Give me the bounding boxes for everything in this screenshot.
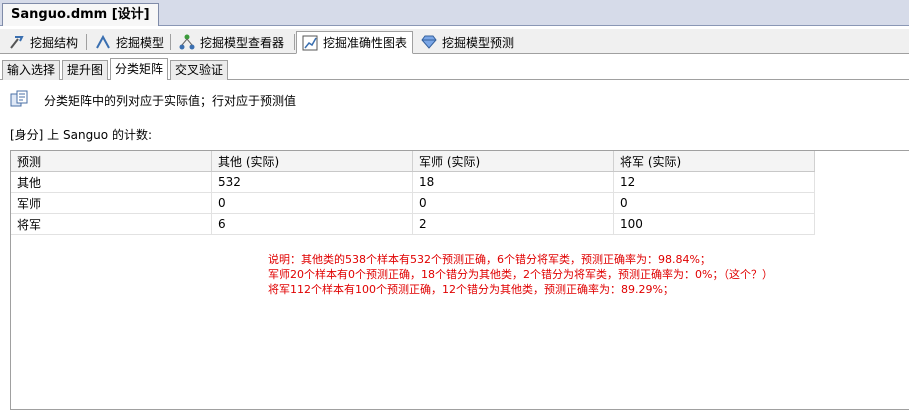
count-title: [身分] 上 Sanguo 的计数: bbox=[10, 128, 152, 142]
designer-tab-bar: 挖掘结构 挖掘模型 挖掘模型查看器 挖掘准确性图表 挖掘模型预测 bbox=[0, 29, 909, 54]
tab-lift-chart[interactable]: 提升图 bbox=[62, 60, 109, 80]
note-line: 将军112个样本有100个预测正确，12个错分为其他类，预测正确率为：89.29… bbox=[268, 283, 674, 296]
classification-matrix-table: 预测 其他 (实际) 军师 (实际) 将军 (实际) 其他 532 18 12 … bbox=[11, 151, 815, 235]
table-cell: 532 bbox=[211, 171, 413, 193]
table-cell: 12 bbox=[613, 171, 815, 193]
mining-model-icon bbox=[95, 34, 111, 50]
document-tab-strip: Sanguo.dmm [设计] bbox=[0, 0, 909, 26]
column-header-other-actual[interactable]: 其他 (实际) bbox=[211, 151, 413, 172]
tab-separator bbox=[86, 34, 87, 50]
tab-separator bbox=[170, 34, 171, 50]
table-cell: 100 bbox=[613, 213, 815, 235]
tab-cross-validation[interactable]: 交叉验证 bbox=[170, 60, 229, 80]
row-label: 军师 bbox=[11, 192, 212, 214]
document-tab-sanguo[interactable]: Sanguo.dmm [设计] bbox=[2, 3, 159, 26]
tab-mining-model-viewer[interactable]: 挖掘模型查看器 bbox=[174, 31, 289, 53]
column-header-general-actual[interactable]: 将军 (实际) bbox=[613, 151, 815, 172]
row-label: 其他 bbox=[11, 171, 212, 193]
table-row: 将军 6 2 100 bbox=[11, 213, 815, 235]
mining-structure-icon bbox=[9, 34, 25, 50]
tab-mining-model[interactable]: 挖掘模型 bbox=[90, 31, 169, 53]
table-cell: 6 bbox=[211, 213, 413, 235]
tab-classification-matrix[interactable]: 分类矩阵 bbox=[110, 58, 169, 80]
annotation-note: 说明：其他类的538个样本有532个预测正确，6个错分将军类，预测正确率为：98… bbox=[268, 252, 773, 297]
matrix-description: 分类矩阵中的列对应于实际值；行对应于预测值 bbox=[44, 93, 297, 108]
table-row: 其他 532 18 12 bbox=[11, 171, 815, 193]
tab-separator bbox=[294, 34, 295, 50]
model-prediction-icon bbox=[421, 34, 437, 50]
table-row: 军师 0 0 0 bbox=[11, 192, 815, 214]
column-header-advisor-actual[interactable]: 军师 (实际) bbox=[412, 151, 614, 172]
table-header-row: 预测 其他 (实际) 军师 (实际) 将军 (实际) bbox=[11, 151, 815, 172]
tab-mining-accuracy-chart[interactable]: 挖掘准确性图表 bbox=[296, 31, 414, 54]
table-cell: 0 bbox=[412, 192, 614, 214]
tab-label: 挖掘模型 bbox=[116, 35, 165, 50]
table-cell: 18 bbox=[412, 171, 614, 193]
row-label: 将军 bbox=[11, 213, 212, 235]
tab-label: 挖掘模型预测 bbox=[442, 35, 515, 50]
table-cell: 2 bbox=[412, 213, 614, 235]
sub-tab-bar: 输入选择 提升图 分类矩阵 交叉验证 bbox=[0, 56, 909, 80]
description-row: 分类矩阵中的列对应于实际值；行对应于预测值 bbox=[10, 90, 296, 110]
tab-input-selection[interactable]: 输入选择 bbox=[2, 60, 61, 80]
copy-icon[interactable] bbox=[10, 90, 30, 110]
column-header-predicted[interactable]: 预测 bbox=[11, 151, 212, 172]
tab-mining-model-prediction[interactable]: 挖掘模型预测 bbox=[416, 31, 519, 53]
table-cell: 0 bbox=[613, 192, 815, 214]
table-cell: 0 bbox=[211, 192, 413, 214]
tab-label: 挖掘结构 bbox=[30, 35, 79, 50]
note-line: 说明：其他类的538个样本有532个预测正确，6个错分将军类，预测正确率为：98… bbox=[268, 253, 711, 266]
tab-mining-structure[interactable]: 挖掘结构 bbox=[4, 31, 83, 53]
model-viewer-icon bbox=[179, 34, 195, 50]
tab-label: 挖掘准确性图表 bbox=[323, 36, 408, 50]
note-line: 军师20个样本有0个预测正确，18个错分为其他类，2个错分为将军类，预测正确率为… bbox=[268, 268, 773, 281]
accuracy-chart-icon bbox=[302, 35, 318, 51]
tab-label: 挖掘模型查看器 bbox=[200, 35, 285, 50]
